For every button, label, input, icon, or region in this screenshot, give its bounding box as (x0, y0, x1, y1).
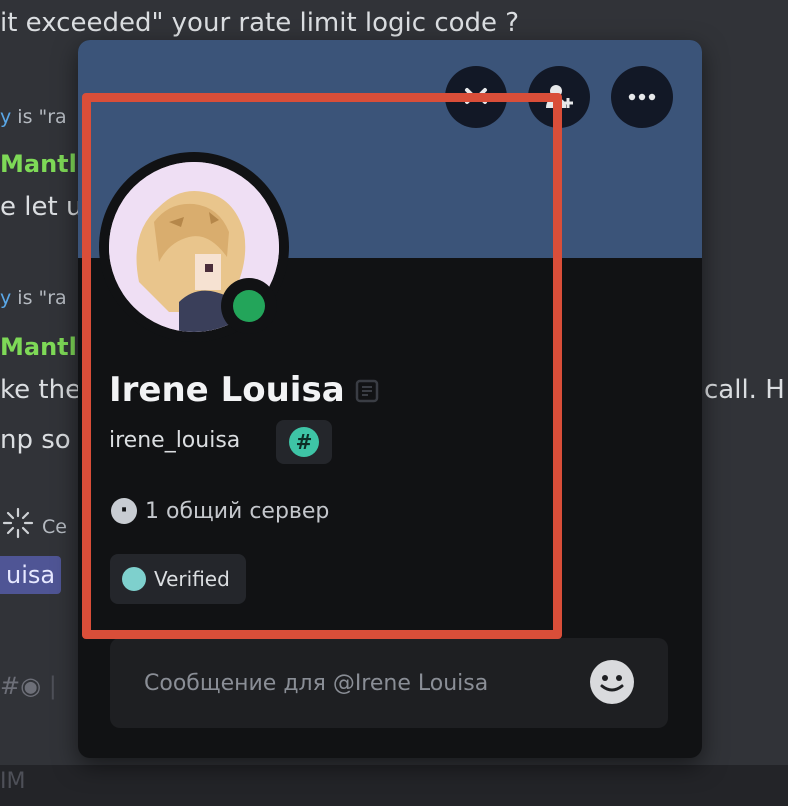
display-name: Irene Louisa (109, 370, 345, 410)
message-input[interactable] (142, 660, 586, 706)
bottom-strip: IM (0, 765, 788, 806)
more-options-icon (628, 93, 656, 101)
message-box (110, 638, 668, 728)
background-username: Mantl (0, 150, 77, 178)
hash-badge[interactable]: # (276, 420, 332, 464)
badge-icon[interactable] (354, 378, 380, 404)
server-icon: · (111, 498, 137, 524)
user-profile-popup: Irene Louisa irene_louisa # · 1 общий се… (78, 40, 702, 758)
background-fragment: ke the (0, 375, 82, 405)
smiley-icon (600, 675, 624, 692)
background-fragment: Ce (42, 516, 67, 538)
username: irene_louisa (109, 428, 241, 453)
chatbar-icons-fragment: #◉ | (0, 672, 57, 700)
background-message-line: it exceeded" your rate limit logic code … (0, 8, 520, 38)
mention-tag[interactable]: uisa (0, 556, 62, 594)
online-status-icon (233, 290, 265, 322)
more-options-button[interactable] (611, 66, 673, 128)
mutual-servers-label: 1 общий сервер (145, 498, 330, 524)
sunburst-avatar-icon (2, 507, 34, 539)
hash-icon: # (289, 427, 319, 457)
call-button[interactable] (445, 66, 507, 128)
background-fragment: call. H (704, 375, 785, 405)
background-username: Mantl (0, 333, 77, 361)
call-icon (465, 88, 487, 104)
background-fragment: y is "ra (0, 106, 67, 128)
emoji-button[interactable] (590, 660, 634, 704)
background-fragment: y is "ra (0, 287, 67, 309)
add-friend-icon (546, 85, 573, 108)
verified-label: Verified (154, 567, 230, 591)
verified-badge[interactable]: Verified (110, 554, 246, 604)
verified-icon (122, 567, 146, 591)
add-friend-button[interactable] (528, 66, 590, 128)
mutual-servers[interactable]: · 1 общий сервер (111, 498, 329, 524)
background-fragment: np so (0, 425, 71, 455)
bottom-fragment: IM (0, 769, 26, 794)
